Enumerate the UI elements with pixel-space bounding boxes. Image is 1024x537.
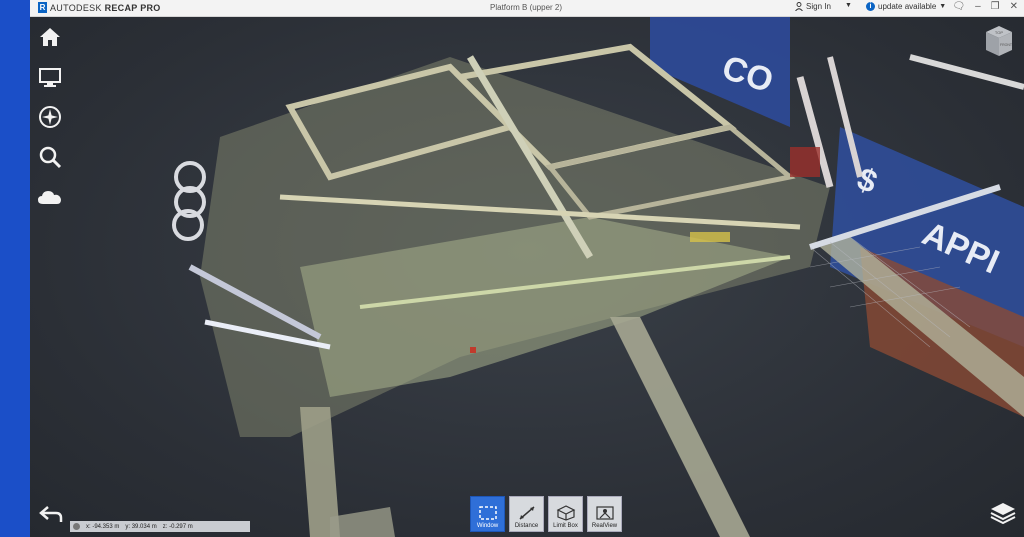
window-controls: 🗨 – ❐ ✕ bbox=[952, 1, 1018, 12]
limit-box-icon bbox=[556, 505, 575, 521]
brand-product: RECAP PRO bbox=[104, 2, 161, 13]
sign-in-label: Sign In bbox=[806, 2, 831, 11]
left-accent-strip bbox=[0, 0, 30, 537]
user-icon bbox=[795, 2, 803, 11]
realview-button[interactable]: RealView bbox=[587, 496, 622, 532]
sign-in-dropdown-icon[interactable]: ▼ bbox=[845, 2, 852, 9]
back-arrow-icon[interactable] bbox=[38, 504, 64, 524]
home-icon[interactable] bbox=[36, 24, 64, 50]
autodesk-logo-icon: R bbox=[38, 2, 47, 13]
view-cube[interactable]: TOP FRONT bbox=[984, 24, 1014, 58]
distance-icon bbox=[519, 506, 534, 520]
globe-icon bbox=[73, 523, 80, 530]
window-select-button[interactable]: Window bbox=[470, 496, 505, 532]
realview-icon bbox=[595, 506, 614, 520]
brand-name: AUTODESK RECAP PRO bbox=[50, 3, 161, 13]
document-title: Platform B (upper 2) bbox=[490, 3, 563, 12]
sign-in-button[interactable]: Sign In bbox=[795, 2, 831, 11]
restore-icon[interactable]: ❐ bbox=[991, 1, 1000, 12]
brand-prefix: AUTODESK bbox=[50, 2, 102, 13]
limit-box-label: Limit Box bbox=[553, 523, 578, 529]
point-cloud-viewport[interactable]: CO $ APPI bbox=[30, 17, 1024, 537]
coord-y: y: 39.034 m bbox=[125, 523, 157, 530]
point-cloud-render: CO $ APPI bbox=[172, 17, 1024, 537]
window-select-label: Window bbox=[476, 523, 499, 529]
compass-icon[interactable] bbox=[36, 104, 64, 130]
app-logo: R AUTODESK RECAP PRO bbox=[38, 2, 161, 13]
update-available-button[interactable]: i update available ▼ bbox=[866, 2, 946, 11]
realview-label: RealView bbox=[591, 523, 618, 529]
monitor-icon[interactable] bbox=[36, 64, 64, 90]
coordinate-readout: x: -94.353 m y: 39.034 m z: -0.297 m bbox=[70, 521, 250, 532]
update-dropdown-icon: ▼ bbox=[939, 3, 947, 10]
viewcube-front-label: FRONT bbox=[1000, 43, 1013, 47]
title-bar: R AUTODESK RECAP PRO Platform B (upper 2… bbox=[30, 0, 1024, 17]
distance-label: Distance bbox=[514, 523, 539, 529]
limit-box-button[interactable]: Limit Box bbox=[548, 496, 583, 532]
chat-icon[interactable]: 🗨 bbox=[952, 1, 965, 12]
distance-button[interactable]: Distance bbox=[509, 496, 544, 532]
viewcube-top-label: TOP bbox=[995, 30, 1003, 35]
minimize-icon[interactable]: – bbox=[975, 1, 981, 12]
bottom-toolbar: Window Distance Limit Box RealView bbox=[470, 496, 622, 532]
update-label: update available bbox=[878, 2, 937, 11]
info-icon: i bbox=[866, 2, 875, 11]
layers-icon[interactable] bbox=[988, 500, 1018, 526]
close-icon[interactable]: ✕ bbox=[1010, 1, 1018, 12]
coord-z: z: -0.297 m bbox=[162, 523, 193, 530]
navigation-toolbar bbox=[36, 24, 64, 210]
coord-x: x: -94.353 m bbox=[86, 523, 120, 530]
window-select-icon bbox=[478, 506, 497, 520]
search-icon[interactable] bbox=[36, 144, 64, 170]
cloud-icon[interactable] bbox=[36, 184, 64, 210]
